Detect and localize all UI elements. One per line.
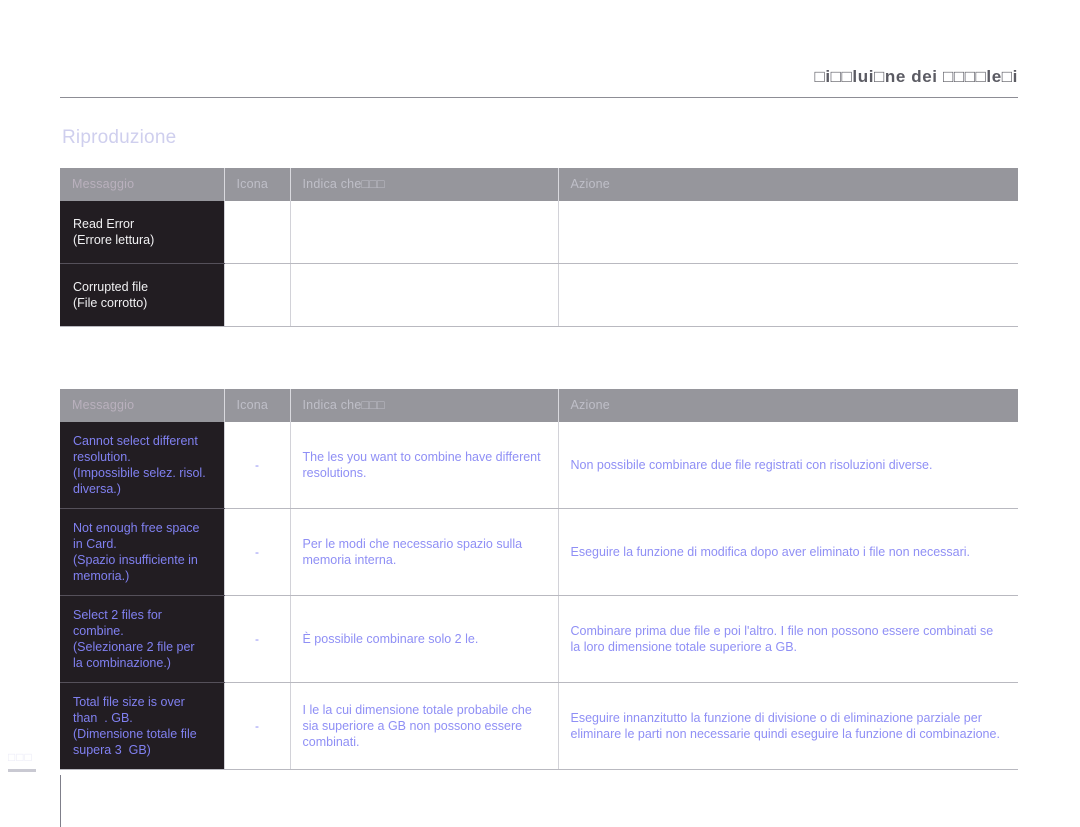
message-text-it: (Selezionare 2 file per la combinazione.… bbox=[73, 640, 195, 670]
cell-indica-che: È possibile combinare solo 2 le. bbox=[290, 595, 559, 683]
table-row: Not enough free space in Card. (Spazio i… bbox=[60, 508, 1018, 596]
table-row: Total file size is over than . GB. (Dime… bbox=[60, 682, 1018, 770]
page-number-underline bbox=[8, 769, 36, 772]
cell-icona bbox=[223, 263, 291, 327]
page-number: □□□ bbox=[8, 750, 33, 764]
cell-azione: Non possibile combinare due file registr… bbox=[558, 422, 1018, 509]
column-header-icona: Icona bbox=[224, 389, 291, 422]
message-text-it: (Errore lettura) bbox=[73, 233, 155, 247]
table-two-header-row: Messaggio Icona Indica che□□□ Azione bbox=[60, 389, 1018, 422]
cell-indica-che: I le la cui dimensione totale probabile … bbox=[290, 682, 559, 770]
cell-azione: Eseguire innanzitutto la funzione di div… bbox=[558, 682, 1018, 770]
table-row: Select 2 files for combine. (Selezionare… bbox=[60, 595, 1018, 683]
message-text-en: Select 2 files for combine. bbox=[73, 608, 162, 638]
cell-indica-che: Per le modi che necessario spazio sulla … bbox=[290, 508, 559, 596]
section-title: Riproduzione bbox=[62, 127, 177, 148]
cell-messaggio: Select 2 files for combine. (Selezionare… bbox=[60, 595, 224, 683]
column-header-azione: Azione bbox=[558, 389, 1018, 422]
cell-icona: - bbox=[223, 422, 291, 509]
message-text-it: (File corrotto) bbox=[73, 296, 148, 310]
column-header-icona: Icona bbox=[224, 168, 291, 201]
cell-azione bbox=[558, 201, 1018, 264]
cell-icona: - bbox=[223, 682, 291, 770]
message-text-it: (Spazio insufficiente in memoria.) bbox=[73, 553, 198, 583]
messages-table-two: Messaggio Icona Indica che□□□ Azione Can… bbox=[60, 389, 1018, 770]
column-header-messaggio: Messaggio bbox=[60, 168, 225, 201]
message-text-en: Not enough free space in Card. bbox=[73, 521, 200, 551]
cell-indica-che: The les you want to combine have differe… bbox=[290, 422, 559, 509]
cell-messaggio: Read Error (Errore lettura) bbox=[60, 201, 224, 264]
message-text-en: Read Error bbox=[73, 217, 135, 231]
cell-messaggio: Cannot select different resolution. (Imp… bbox=[60, 422, 224, 509]
messages-table-one: Messaggio Icona Indica che□□□ Azione Rea… bbox=[60, 168, 1018, 327]
cell-messaggio: Not enough free space in Card. (Spazio i… bbox=[60, 508, 224, 596]
message-text-en: Total file size is over than . GB. bbox=[73, 695, 185, 725]
cell-icona bbox=[223, 201, 291, 264]
cell-icona: - bbox=[223, 595, 291, 683]
table-row: Read Error (Errore lettura) bbox=[60, 201, 1018, 264]
message-text-it: (Impossibile selez. risol. diversa.) bbox=[73, 466, 206, 496]
message-text-en: Corrupted file bbox=[73, 280, 149, 294]
running-header-title: □i□□lui□ne dei □□□□le□i bbox=[814, 67, 1018, 86]
column-header-azione: Azione bbox=[558, 168, 1018, 201]
column-header-indica-che: Indica che□□□ bbox=[290, 389, 559, 422]
column-header-messaggio: Messaggio bbox=[60, 389, 225, 422]
table-row: Cannot select different resolution. (Imp… bbox=[60, 422, 1018, 509]
cell-indica-che bbox=[290, 263, 559, 327]
table-row: Corrupted file (File corrotto) bbox=[60, 263, 1018, 327]
cell-azione: Eseguire la funzione di modifica dopo av… bbox=[558, 508, 1018, 596]
running-header: □i□□lui□ne dei □□□□le□i bbox=[60, 66, 1018, 96]
message-text-en: Cannot select different resolution. bbox=[73, 434, 198, 464]
cell-icona: - bbox=[223, 508, 291, 596]
cell-azione: Combinare prima due file e poi l'altro. … bbox=[558, 595, 1018, 683]
cell-messaggio: Corrupted file (File corrotto) bbox=[60, 263, 224, 327]
column-header-indica-che: Indica che□□□ bbox=[290, 168, 559, 201]
cell-azione bbox=[558, 263, 1018, 327]
message-text-it: (Dimensione totale file supera 3 GB) bbox=[73, 727, 197, 757]
cell-indica-che bbox=[290, 201, 559, 264]
page-spine-rule bbox=[60, 775, 61, 827]
table-one-header-row: Messaggio Icona Indica che□□□ Azione bbox=[60, 168, 1018, 201]
cell-messaggio: Total file size is over than . GB. (Dime… bbox=[60, 682, 224, 770]
header-divider-rule bbox=[60, 97, 1018, 98]
